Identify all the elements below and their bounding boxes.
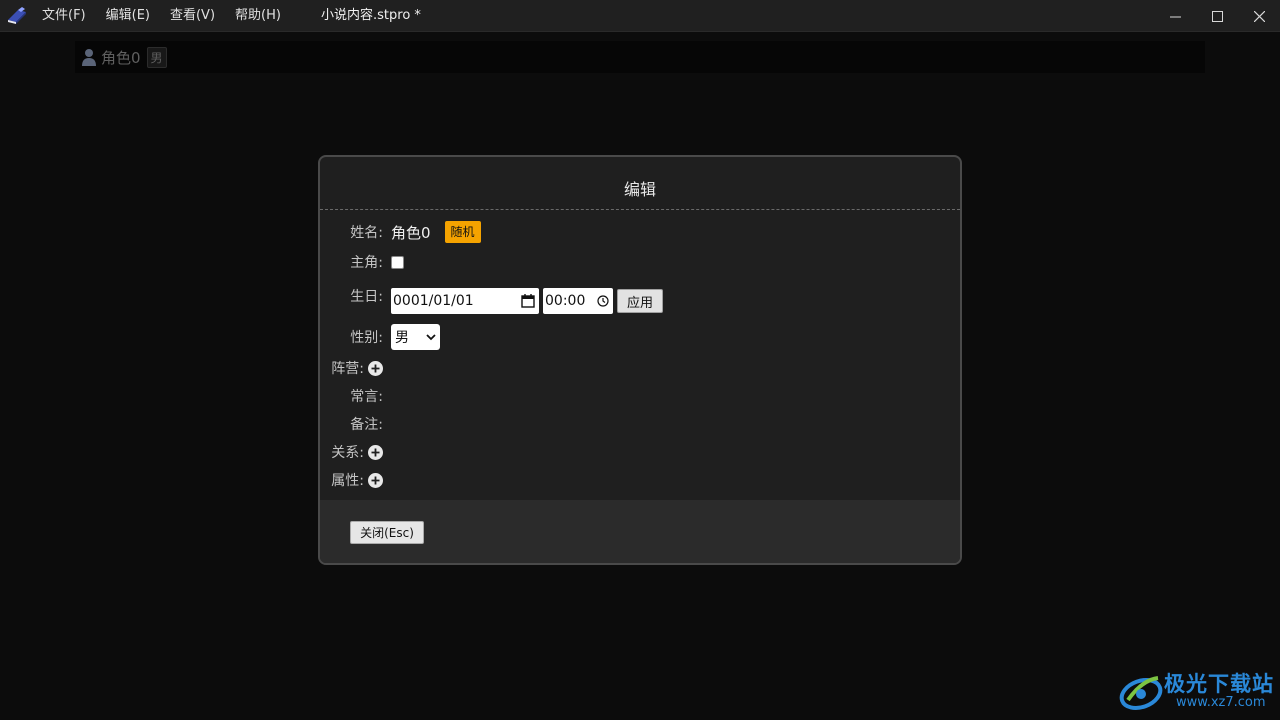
apply-button[interactable]: 应用 — [617, 289, 663, 313]
attribute-label: 属性: — [331, 473, 364, 489]
menu-file[interactable]: 文件(F) — [32, 0, 96, 32]
saying-row: 常言: — [320, 386, 383, 406]
saying-label: 常言: — [350, 389, 383, 405]
watermark-logo-icon — [1119, 676, 1163, 711]
note-label: 备注: — [350, 417, 383, 433]
dialog-title: 编辑 — [623, 180, 656, 199]
menu-help[interactable]: 帮助(H) — [225, 0, 291, 32]
relation-label: 关系: — [331, 445, 364, 461]
dialog-header: 编辑 — [320, 157, 960, 210]
birthday-date-value: 0001/01/01 — [393, 293, 474, 309]
clock-icon[interactable] — [597, 295, 609, 307]
person-icon — [82, 49, 96, 66]
name-label: 姓名: — [350, 225, 383, 241]
minimize-icon — [1169, 16, 1181, 17]
dialog-footer: 关闭(Esc) — [320, 500, 960, 563]
maximize-icon — [1211, 10, 1223, 22]
faction-row: 阵营: — [320, 358, 383, 378]
gender-select[interactable]: 男 — [391, 324, 440, 350]
character-gender-badge: 男 — [146, 46, 167, 68]
add-attribute-icon[interactable] — [368, 472, 383, 488]
edit-dialog: 编辑 姓名: 角色0 随机 主角: 生日: 0001/01/01 00:00 应… — [318, 155, 962, 565]
calendar-icon[interactable] — [521, 294, 535, 308]
window-title: 小说内容.stpro * — [321, 8, 421, 23]
random-name-button[interactable]: 随机 — [444, 221, 481, 243]
add-relation-icon[interactable] — [368, 444, 383, 460]
protagonist-row: 主角: — [320, 252, 404, 272]
menu-view[interactable]: 查看(V) — [160, 0, 225, 32]
character-bar[interactable]: 角色0 男 — [75, 41, 1205, 73]
menu-edit[interactable]: 编辑(E) — [96, 0, 160, 32]
gender-select-value: 男 — [395, 330, 409, 346]
maximize-button[interactable] — [1196, 0, 1238, 32]
birthday-date-input[interactable]: 0001/01/01 — [391, 288, 539, 314]
watermark-text: 极光下载站 — [1164, 672, 1274, 696]
watermark: 极光下载站 www.xz7.com — [1118, 668, 1278, 718]
dialog-body: 姓名: 角色0 随机 主角: 生日: 0001/01/01 00:00 应用 性… — [320, 210, 960, 498]
app-book-icon — [8, 7, 26, 24]
window-controls — [1154, 0, 1280, 32]
birthday-label: 生日: — [350, 289, 383, 305]
title-bar: 文件(F) 编辑(E) 查看(V) 帮助(H) 小说内容.stpro * — [0, 0, 1280, 32]
add-faction-icon[interactable] — [368, 360, 383, 376]
close-window-button[interactable] — [1238, 0, 1280, 32]
close-dialog-button[interactable]: 关闭(Esc) — [350, 521, 424, 544]
minimize-button[interactable] — [1154, 0, 1196, 32]
gender-label: 性别: — [350, 330, 383, 346]
protagonist-label: 主角: — [350, 255, 383, 271]
close-icon — [1253, 10, 1265, 22]
birthday-time-input[interactable]: 00:00 — [543, 288, 613, 314]
menu-bar: 文件(F) 编辑(E) 查看(V) 帮助(H) — [32, 0, 291, 32]
gender-row: 性别: 男 — [320, 324, 440, 350]
character-name: 角色0 — [101, 48, 141, 67]
chevron-down-icon — [426, 334, 436, 341]
name-value[interactable]: 角色0 — [391, 222, 431, 243]
name-row: 姓名: 角色0 随机 — [320, 220, 481, 244]
protagonist-checkbox[interactable] — [391, 255, 404, 269]
relation-row: 关系: — [320, 442, 383, 462]
faction-label: 阵营: — [331, 361, 364, 377]
attribute-row: 属性: — [320, 470, 383, 490]
birthday-row: 生日: 0001/01/01 00:00 应用 — [320, 284, 663, 314]
watermark-url: www.xz7.com — [1176, 695, 1266, 710]
birthday-time-value: 00:00 — [545, 293, 586, 309]
note-row: 备注: — [320, 414, 383, 434]
